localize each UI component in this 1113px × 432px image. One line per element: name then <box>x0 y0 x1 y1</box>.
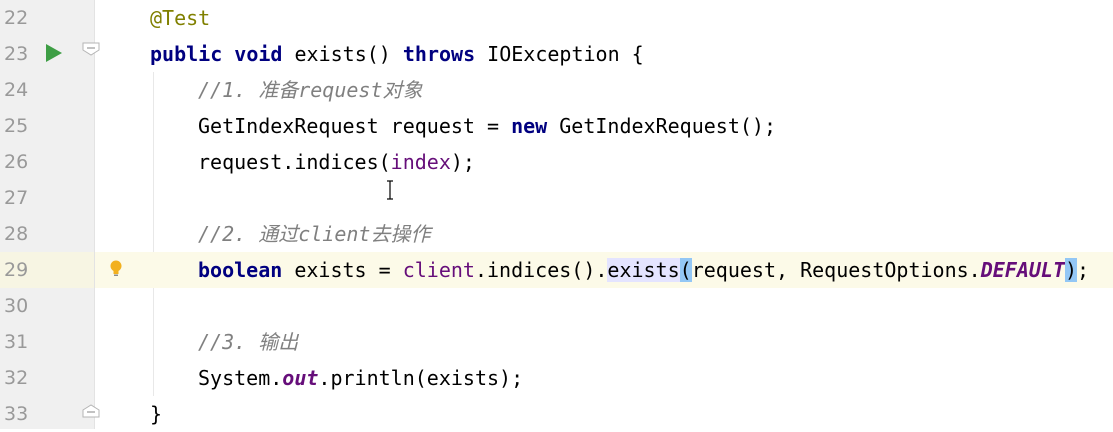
code-line-31[interactable]: 31 //3. 输出 <box>0 324 1113 360</box>
keyword-token: boolean <box>198 258 283 282</box>
line-number: 33 <box>4 403 29 425</box>
line-number: 29 <box>4 259 29 281</box>
code-line-22[interactable]: 22 @Test <box>0 0 1113 36</box>
line-number: 28 <box>4 223 29 245</box>
highlighted-identifier: exists <box>607 258 680 282</box>
code-text: public void exists() throws IOException … <box>150 36 644 72</box>
line-number: 27 <box>4 187 29 209</box>
method-name-token: exists() <box>282 42 403 66</box>
field-token: client <box>402 258 475 282</box>
keyword-token: new <box>511 114 548 138</box>
fold-marker-icon[interactable] <box>82 404 100 418</box>
keyword-token: void <box>234 42 283 66</box>
keyword-token: throws <box>402 42 476 66</box>
line-number: 31 <box>4 331 29 353</box>
code-token: .indices(). <box>474 258 608 282</box>
code-token: request, RequestOptions. <box>691 258 981 282</box>
line-number: 30 <box>4 295 29 317</box>
code-text: System.out.println(exists); <box>198 360 523 396</box>
code-token: IOException { <box>475 42 644 66</box>
code-text: } <box>150 396 162 432</box>
code-text: GetIndexRequest request = new GetIndexRe… <box>198 108 776 144</box>
line-number: 23 <box>4 43 29 65</box>
field-token: index <box>390 150 451 174</box>
line-number: 24 <box>4 79 29 101</box>
code-line-24[interactable]: 24 //1. 准备request对象 <box>0 72 1113 108</box>
run-gutter-icon[interactable] <box>46 44 62 62</box>
code-token: .println(exists); <box>318 366 524 390</box>
line-number: 25 <box>4 115 29 137</box>
code-line-32[interactable]: 32 System.out.println(exists); <box>0 360 1113 396</box>
comment-token: //1. 准备request对象 <box>198 78 423 102</box>
text-cursor-icon <box>386 180 394 200</box>
code-token: ); <box>450 150 475 174</box>
matched-paren-open: ( <box>679 258 692 282</box>
line-number: 22 <box>4 7 29 29</box>
code-text: //2. 通过client去操作 <box>198 216 430 252</box>
code-token: ; <box>1077 258 1090 282</box>
code-line-30[interactable]: 30 <box>0 288 1113 324</box>
comment-token: //2. 通过client去操作 <box>198 222 431 246</box>
code-line-29[interactable]: 29 boolean exists = client.indices().exi… <box>0 252 1113 288</box>
code-line-28[interactable]: 28 //2. 通过client去操作 <box>0 216 1113 252</box>
code-token: request.indices( <box>198 150 391 174</box>
code-text: request.indices(index); <box>198 144 475 180</box>
lightbulb-intention-icon[interactable] <box>109 259 123 279</box>
code-text: //1. 准备request对象 <box>198 72 423 108</box>
code-line-33[interactable]: 33 } <box>0 396 1113 432</box>
code-token: GetIndexRequest(); <box>547 114 776 138</box>
code-text: //3. 输出 <box>198 324 298 360</box>
annotation-token: @Test <box>150 6 211 30</box>
line-number: 32 <box>4 367 29 389</box>
code-line-27[interactable]: 27 <box>0 180 1113 216</box>
code-token: GetIndexRequest request = <box>198 114 512 138</box>
code-text: boolean exists = client.indices().exists… <box>198 252 1089 288</box>
code-editor[interactable]: 22 @Test 23 public void exists() throws … <box>0 0 1113 429</box>
code-token: System. <box>198 366 283 390</box>
line-number: 26 <box>4 151 29 173</box>
static-field-token: out <box>282 366 319 390</box>
matched-paren-close: ) <box>1065 258 1078 282</box>
code-token: exists = <box>282 258 403 282</box>
comment-token: //3. 输出 <box>198 330 299 354</box>
code-text: @Test <box>150 0 210 36</box>
fold-marker-icon[interactable] <box>82 42 100 56</box>
static-field-token: DEFAULT <box>980 258 1065 282</box>
code-line-26[interactable]: 26 request.indices(index); <box>0 144 1113 180</box>
keyword-token: public <box>150 42 223 66</box>
code-token: } <box>150 402 163 426</box>
code-line-23[interactable]: 23 public void exists() throws IOExcepti… <box>0 36 1113 72</box>
code-line-25[interactable]: 25 GetIndexRequest request = new GetInde… <box>0 108 1113 144</box>
